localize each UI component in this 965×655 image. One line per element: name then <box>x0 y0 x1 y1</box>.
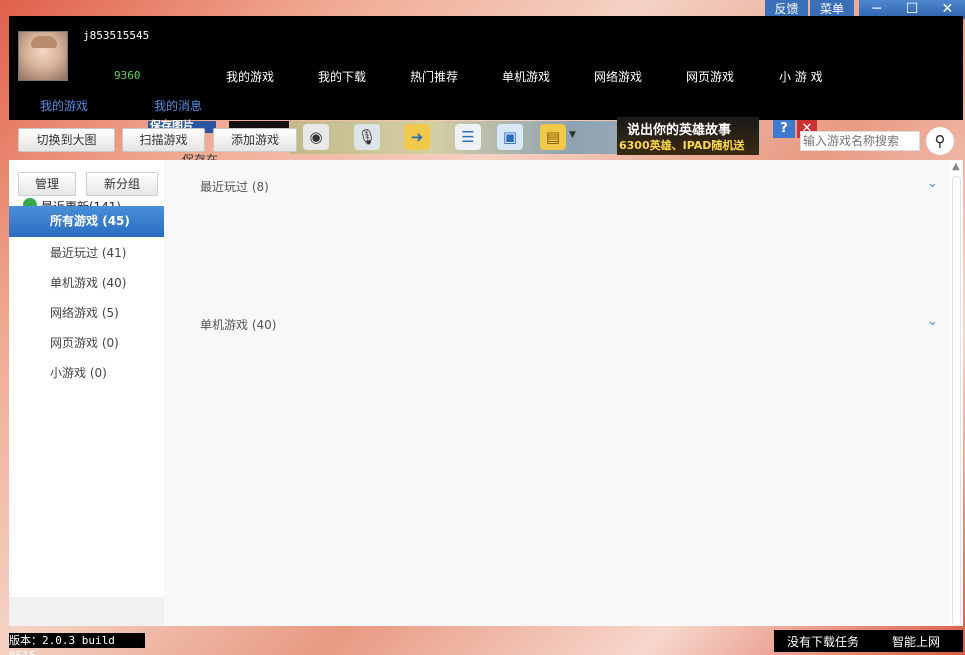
avatar[interactable] <box>18 31 68 81</box>
sidebar-item-all-games[interactable]: 所有游戏 (45) <box>9 206 164 237</box>
switch-view-button[interactable]: 切换到大图 <box>18 128 115 152</box>
chevron-down-icon[interactable]: ⌄ <box>927 314 938 329</box>
nav-single-player[interactable]: 单机游戏 <box>502 68 550 85</box>
sidebar-item-count: (5) <box>101 306 119 320</box>
user-score: 9360 <box>114 69 141 82</box>
search-icon[interactable]: ⚲ <box>926 127 954 155</box>
sidebar-item-label: 小游戏 <box>50 366 87 380</box>
nav-hot[interactable]: 热门推荐 <box>410 68 458 85</box>
scroll-up-icon[interactable]: ▲ <box>952 161 960 172</box>
manage-button[interactable]: 管理 <box>18 172 76 196</box>
list-add-icon[interactable]: ☰ <box>455 124 481 150</box>
add-game-button[interactable]: 添加游戏 <box>213 128 297 152</box>
ad-line1: 说出你的英雄故事 <box>627 123 732 138</box>
nav-my-games[interactable]: 我的游戏 <box>226 68 274 85</box>
sidebar-item-label: 单机游戏 <box>50 276 99 290</box>
sidebar-item-online[interactable]: 网络游戏 (5) <box>50 304 119 321</box>
sidebar-item-web-games[interactable]: 网页游戏 (0) <box>50 334 119 351</box>
nav-web-games[interactable]: 网页游戏 <box>686 68 734 85</box>
section-single-player[interactable]: 单机游戏 (40) <box>200 316 276 333</box>
sidebar-item-count: (41) <box>101 246 127 260</box>
section-title: 单机游戏 <box>200 318 249 332</box>
sidebar-item-count: (40) <box>101 276 127 290</box>
section-count: (8) <box>251 180 269 194</box>
sidebar-item-count: (0) <box>89 366 107 380</box>
sidebar-item-label: 网络游戏 <box>50 306 99 320</box>
microphone-icon[interactable]: 🎙 <box>354 124 380 150</box>
sidebar-item-recent[interactable]: 最近玩过 (41) <box>50 244 126 261</box>
subnav-my-games[interactable]: 我的游戏 <box>40 97 88 114</box>
sidebar-item-mini-games[interactable]: 小游戏 (0) <box>50 364 107 381</box>
ad-banner[interactable]: 说出你的英雄故事 6300英雄、IPAD随机送 <box>617 117 759 155</box>
sidebar-item-single-player[interactable]: 单机游戏 (40) <box>50 274 126 291</box>
webcam-icon[interactable]: ◉ <box>303 124 329 150</box>
scan-games-button[interactable]: 扫描游戏 <box>122 128 205 152</box>
notepad-icon[interactable]: ▤ <box>540 124 566 150</box>
sidebar-item-count: (0) <box>101 336 119 350</box>
subnav-my-messages[interactable]: 我的消息 <box>154 97 202 114</box>
sidebar-item-label: 最近玩过 <box>50 246 99 260</box>
section-recent-played[interactable]: 最近玩过 (8) <box>200 178 269 195</box>
section-title: 最近玩过 <box>200 180 249 194</box>
forward-icon[interactable]: ➜ <box>404 124 430 150</box>
download-status[interactable]: 没有下载任务 <box>787 633 859 650</box>
section-count: (40) <box>251 318 277 332</box>
ad-line2: 6300英雄、IPAD随机送 <box>619 139 745 152</box>
sidebar-item-count: (45) <box>102 214 130 228</box>
sidebar-footer <box>9 597 164 626</box>
sidebar-item-label: 网页游戏 <box>50 336 99 350</box>
nav-my-downloads[interactable]: 我的下载 <box>318 68 366 85</box>
scrollbar-track[interactable] <box>952 176 961 626</box>
smart-net-link[interactable]: 智能上网 <box>892 633 940 650</box>
app-window: { "window": { "feedback_label": "反馈", "m… <box>0 0 965 655</box>
chevron-down-icon[interactable]: ⌄ <box>927 176 938 191</box>
new-group-button[interactable]: 新分组 <box>86 172 158 196</box>
dropdown-arrow-icon[interactable]: ▼ <box>569 130 576 140</box>
sidebar-item-label: 所有游戏 <box>50 214 99 228</box>
nav-online[interactable]: 网络游戏 <box>594 68 642 85</box>
version-label: 版本：2.0.3 build 0515 <box>9 633 145 655</box>
search-input[interactable] <box>800 131 920 151</box>
game-list-panel <box>164 160 954 626</box>
monitor-icon[interactable]: ▣ <box>497 124 523 150</box>
username: j853515545 <box>83 29 150 42</box>
help-icon[interactable]: ? <box>773 120 795 138</box>
nav-mini-games[interactable]: 小 游 戏 <box>779 68 823 85</box>
